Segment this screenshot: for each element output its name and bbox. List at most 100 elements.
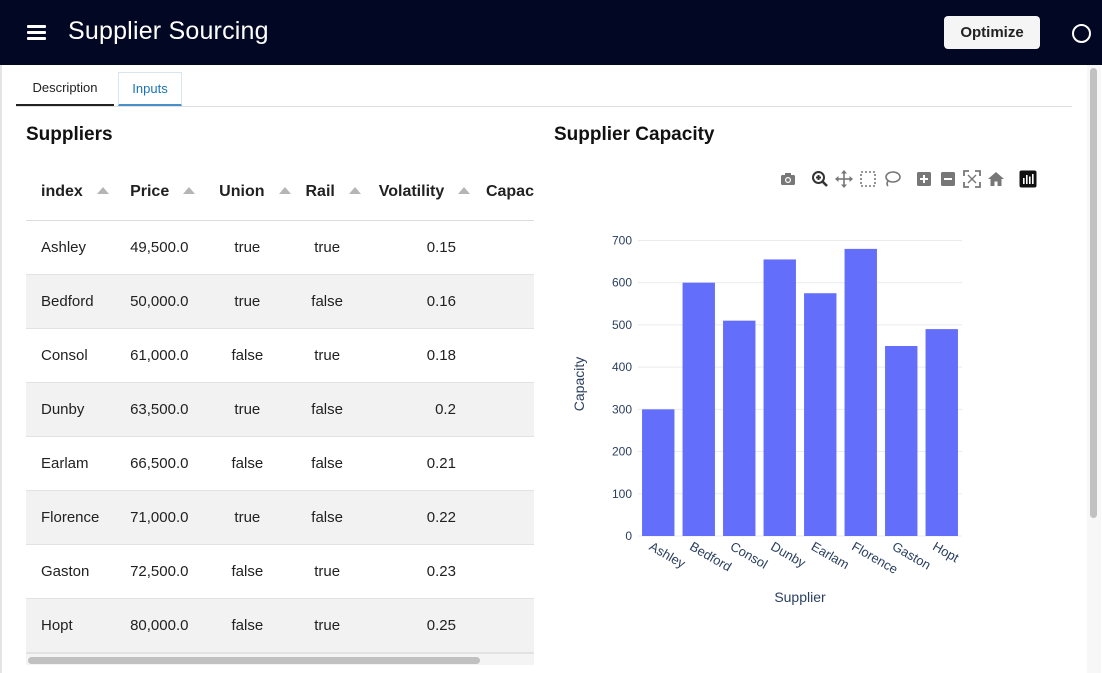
y-tick-label: 500 xyxy=(612,318,632,332)
pan-icon[interactable] xyxy=(834,169,854,189)
x-tick-label: Hopt xyxy=(930,539,962,566)
reset-axes-icon[interactable] xyxy=(986,169,1006,189)
zoom-icon[interactable] xyxy=(810,169,830,189)
cell-capacity xyxy=(470,382,534,437)
box-select-icon[interactable] xyxy=(858,169,878,189)
cell-rail: false xyxy=(290,436,364,491)
cell-price: 50,000.0 xyxy=(115,274,205,329)
table-header-row: index Price Union Rail Volatility Capac xyxy=(26,165,534,221)
optimize-button[interactable]: Optimize xyxy=(944,16,1040,49)
table-row[interactable]: Bedford 50,000.0 true false 0.16 xyxy=(26,274,534,329)
column-label: Price xyxy=(130,183,170,201)
table-row[interactable]: Consol 61,000.0 false true 0.18 xyxy=(26,328,534,383)
sort-icon[interactable] xyxy=(96,187,109,195)
x-tick-label: Bedford xyxy=(687,539,734,575)
cell-price: 66,500.0 xyxy=(115,436,205,491)
bar-dunby xyxy=(763,259,796,536)
column-header-rail[interactable]: Rail xyxy=(290,165,364,221)
cell-index: Consol xyxy=(26,328,116,383)
cell-index: Gaston xyxy=(26,544,116,599)
zoom-out-icon[interactable] xyxy=(938,169,958,189)
y-tick-label: 400 xyxy=(612,360,632,374)
cell-price: 71,000.0 xyxy=(115,490,205,545)
column-label: index xyxy=(41,183,83,201)
cell-volatility: 0.15 xyxy=(363,220,471,275)
column-label: Capac xyxy=(485,183,534,201)
cell-index: Ashley xyxy=(26,220,116,275)
cell-index: Dunby xyxy=(26,382,116,437)
cell-rail: false xyxy=(290,382,364,437)
table-row[interactable]: Florence 71,000.0 true false 0.22 xyxy=(26,490,534,545)
column-header-index[interactable]: index xyxy=(26,165,116,221)
cell-index: Hopt xyxy=(26,598,116,653)
table-row[interactable]: Earlam 66,500.0 false false 0.21 xyxy=(26,436,534,491)
cell-union: false xyxy=(204,544,291,599)
cell-rail: true xyxy=(290,328,364,383)
x-tick-label: Consol xyxy=(728,539,771,572)
bar-hopt xyxy=(925,329,958,536)
lasso-select-icon[interactable] xyxy=(882,169,902,189)
cell-capacity xyxy=(470,274,534,329)
cell-capacity xyxy=(470,436,534,491)
sort-icon[interactable] xyxy=(348,187,361,195)
column-label: Volatility xyxy=(378,183,445,201)
sort-icon[interactable] xyxy=(278,187,291,195)
status-indicator-icon xyxy=(1072,24,1091,43)
cell-rail: false xyxy=(290,274,364,329)
cell-price: 63,500.0 xyxy=(115,382,205,437)
cell-volatility: 0.16 xyxy=(363,274,471,329)
cell-rail: true xyxy=(290,220,364,275)
tab-description[interactable]: Description xyxy=(16,72,114,106)
cell-index: Bedford xyxy=(26,274,116,329)
cell-capacity xyxy=(470,220,534,275)
cell-volatility: 0.25 xyxy=(363,598,471,653)
bar-ashley xyxy=(642,409,675,536)
y-tick-label: 700 xyxy=(612,233,632,247)
table-row[interactable]: Ashley 49,500.0 true true 0.15 xyxy=(26,220,534,275)
table-body: Ashley 49,500.0 true true 0.15 Bedford 50,000.… xyxy=(26,220,534,653)
zoom-in-icon[interactable] xyxy=(914,169,934,189)
x-tick-label: Earlam xyxy=(809,539,852,573)
column-header-capacity[interactable]: Capac xyxy=(470,165,534,221)
horizontal-scrollbar-thumb[interactable] xyxy=(28,657,480,664)
vertical-scrollbar-thumb[interactable] xyxy=(1090,68,1097,518)
suppliers-table: index Price Union Rail Volatility Capac … xyxy=(26,165,534,653)
chart-title: Supplier Capacity xyxy=(554,124,715,145)
cell-price: 49,500.0 xyxy=(115,220,205,275)
sort-icon[interactable] xyxy=(458,187,471,195)
suppliers-table-container: index Price Union Rail Volatility Capac … xyxy=(26,165,534,665)
cell-rail: true xyxy=(290,598,364,653)
cell-union: false xyxy=(204,328,291,383)
vertical-scrollbar[interactable] xyxy=(1087,65,1101,673)
column-label: Union xyxy=(219,183,265,201)
cell-rail: true xyxy=(290,544,364,599)
plotly-logo-icon[interactable] xyxy=(1018,169,1038,189)
column-header-volatility[interactable]: Volatility xyxy=(363,165,471,221)
x-axis-title: Supplier xyxy=(774,589,826,605)
cell-volatility: 0.23 xyxy=(363,544,471,599)
supplier-capacity-chart: 0 100 200 300 400 500 600 700 Ashley BedfordConso… xyxy=(571,233,962,605)
column-label: Rail xyxy=(305,183,335,201)
cell-index: Florence xyxy=(26,490,116,545)
camera-icon[interactable] xyxy=(778,169,798,189)
y-tick-label: 200 xyxy=(612,445,632,459)
bar-earlam xyxy=(804,293,837,536)
cell-volatility: 0.21 xyxy=(363,436,471,491)
suppliers-title: Suppliers xyxy=(26,124,113,145)
table-row[interactable]: Dunby 63,500.0 true false 0.2 xyxy=(26,382,534,437)
cell-volatility: 0.2 xyxy=(363,382,471,437)
column-header-union[interactable]: Union xyxy=(204,165,291,221)
menu-icon[interactable] xyxy=(24,20,50,46)
left-edge-divider xyxy=(0,65,2,673)
table-row[interactable]: Hopt 80,000.0 false true 0.25 xyxy=(26,598,534,653)
table-row[interactable]: Gaston 72,500.0 false true 0.23 xyxy=(26,544,534,599)
column-header-price[interactable]: Price xyxy=(115,165,205,221)
sort-icon[interactable] xyxy=(183,187,196,195)
y-tick-label: 100 xyxy=(612,487,632,501)
cell-union: true xyxy=(204,490,291,545)
horizontal-scrollbar[interactable] xyxy=(26,653,534,665)
autoscale-icon[interactable] xyxy=(962,169,982,189)
tab-inputs[interactable]: Inputs xyxy=(118,72,182,106)
x-tick-label: Ashley xyxy=(647,539,689,572)
cell-union: false xyxy=(204,436,291,491)
